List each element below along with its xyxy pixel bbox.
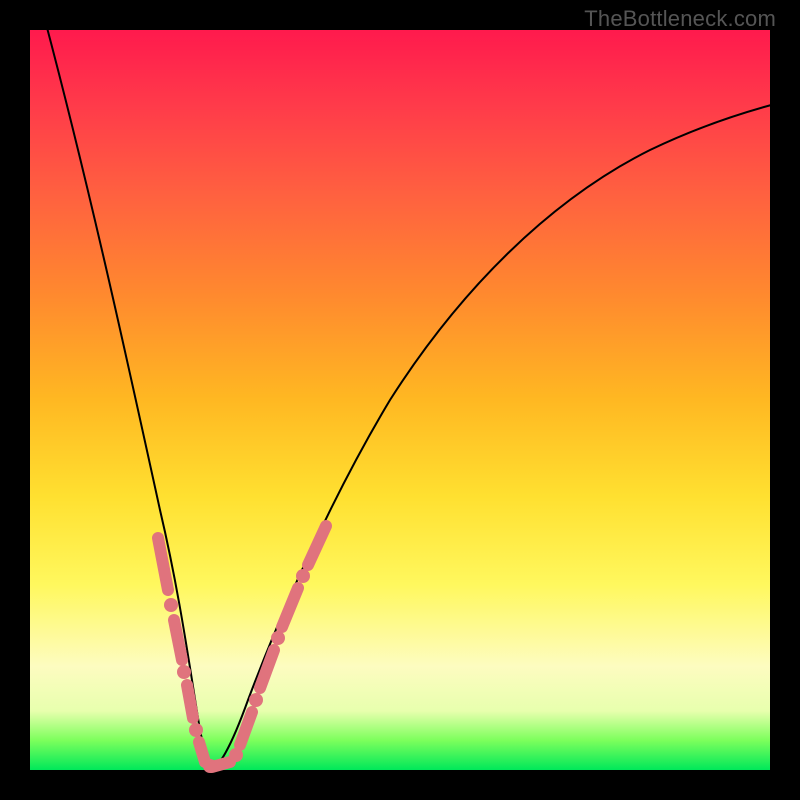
- watermark-text: TheBottleneck.com: [584, 6, 776, 32]
- curve-svg: [30, 30, 770, 770]
- highlight-beads: [158, 526, 326, 773]
- plot-area: [30, 30, 770, 770]
- chart-frame: TheBottleneck.com: [0, 0, 800, 800]
- bottleneck-curve: [45, 20, 775, 768]
